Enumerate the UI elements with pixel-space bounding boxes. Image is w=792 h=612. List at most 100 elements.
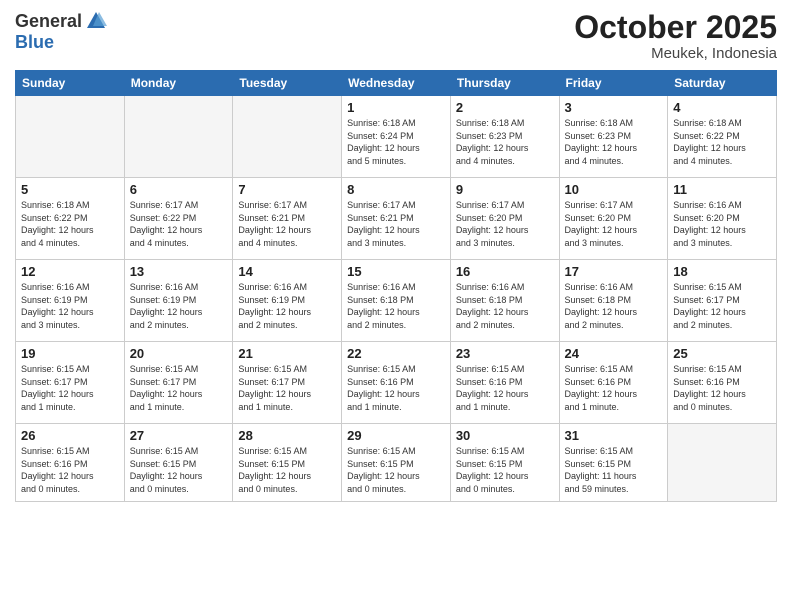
day-cell: 21 Sunrise: 6:15 AM Sunset: 6:17 PM Dayli… — [233, 342, 342, 424]
month-title: October 2025 — [574, 10, 777, 45]
day-number: 1 — [347, 100, 445, 115]
logo: General Blue — [15, 10, 107, 53]
day-info: Sunrise: 6:16 AM Sunset: 6:19 PM Dayligh… — [130, 281, 228, 331]
day-cell: 28 Sunrise: 6:15 AM Sunset: 6:15 PM Dayli… — [233, 424, 342, 502]
day-cell — [233, 96, 342, 178]
logo-blue: Blue — [15, 32, 54, 52]
day-info: Sunrise: 6:15 AM Sunset: 6:15 PM Dayligh… — [456, 445, 554, 495]
day-info: Sunrise: 6:18 AM Sunset: 6:23 PM Dayligh… — [456, 117, 554, 167]
day-number: 2 — [456, 100, 554, 115]
day-info: Sunrise: 6:15 AM Sunset: 6:16 PM Dayligh… — [21, 445, 119, 495]
day-number: 6 — [130, 182, 228, 197]
day-info: Sunrise: 6:18 AM Sunset: 6:24 PM Dayligh… — [347, 117, 445, 167]
day-info: Sunrise: 6:15 AM Sunset: 6:17 PM Dayligh… — [130, 363, 228, 413]
week-row-0: 1 Sunrise: 6:18 AM Sunset: 6:24 PM Daylig… — [16, 96, 777, 178]
day-cell: 17 Sunrise: 6:16 AM Sunset: 6:18 PM Dayli… — [559, 260, 668, 342]
day-info: Sunrise: 6:16 AM Sunset: 6:18 PM Dayligh… — [456, 281, 554, 331]
day-info: Sunrise: 6:16 AM Sunset: 6:20 PM Dayligh… — [673, 199, 771, 249]
day-number: 28 — [238, 428, 336, 443]
day-cell: 31 Sunrise: 6:15 AM Sunset: 6:15 PM Dayli… — [559, 424, 668, 502]
day-cell: 10Sunrise: 6:17 AM Sunset: 6:20 PM Dayli… — [559, 178, 668, 260]
day-number: 12 — [21, 264, 119, 279]
day-info: Sunrise: 6:16 AM Sunset: 6:19 PM Dayligh… — [238, 281, 336, 331]
day-cell: 13Sunrise: 6:16 AM Sunset: 6:19 PM Dayli… — [124, 260, 233, 342]
location: Meukek, Indonesia — [574, 45, 777, 62]
day-number: 31 — [565, 428, 663, 443]
header-wednesday: Wednesday — [342, 71, 451, 96]
page: General Blue October 2025 Meukek, Indone… — [0, 0, 792, 612]
day-cell: 19 Sunrise: 6:15 AM Sunset: 6:17 PM Dayli… — [16, 342, 125, 424]
day-cell: 20Sunrise: 6:15 AM Sunset: 6:17 PM Dayli… — [124, 342, 233, 424]
day-info: Sunrise: 6:18 AM Sunset: 6:22 PM Dayligh… — [673, 117, 771, 167]
day-cell: 23 Sunrise: 6:15 AM Sunset: 6:16 PM Dayli… — [450, 342, 559, 424]
day-cell: 24 Sunrise: 6:15 AM Sunset: 6:16 PM Dayli… — [559, 342, 668, 424]
day-number: 3 — [565, 100, 663, 115]
day-info: Sunrise: 6:15 AM Sunset: 6:17 PM Dayligh… — [21, 363, 119, 413]
title-block: October 2025 Meukek, Indonesia — [574, 10, 777, 62]
day-number: 4 — [673, 100, 771, 115]
day-number: 11 — [673, 182, 771, 197]
logo-text: General Blue — [15, 10, 107, 53]
weekday-header-row: Sunday Monday Tuesday Wednesday Thursday… — [16, 71, 777, 96]
day-info: Sunrise: 6:18 AM Sunset: 6:22 PM Dayligh… — [21, 199, 119, 249]
day-info: Sunrise: 6:16 AM Sunset: 6:19 PM Dayligh… — [21, 281, 119, 331]
header: General Blue October 2025 Meukek, Indone… — [15, 10, 777, 62]
day-number: 14 — [238, 264, 336, 279]
day-info: Sunrise: 6:15 AM Sunset: 6:15 PM Dayligh… — [565, 445, 663, 495]
day-cell: 14 Sunrise: 6:16 AM Sunset: 6:19 PM Dayli… — [233, 260, 342, 342]
day-number: 23 — [456, 346, 554, 361]
day-cell — [16, 96, 125, 178]
header-thursday: Thursday — [450, 71, 559, 96]
day-cell: 27Sunrise: 6:15 AM Sunset: 6:15 PM Dayli… — [124, 424, 233, 502]
day-cell — [668, 424, 777, 502]
day-cell: 7Sunrise: 6:17 AM Sunset: 6:21 PM Daylig… — [233, 178, 342, 260]
day-number: 21 — [238, 346, 336, 361]
day-info: Sunrise: 6:15 AM Sunset: 6:16 PM Dayligh… — [456, 363, 554, 413]
day-number: 5 — [21, 182, 119, 197]
calendar: Sunday Monday Tuesday Wednesday Thursday… — [15, 70, 777, 502]
day-number: 16 — [456, 264, 554, 279]
day-number: 26 — [21, 428, 119, 443]
day-cell: 22 Sunrise: 6:15 AM Sunset: 6:16 PM Dayli… — [342, 342, 451, 424]
day-cell: 8Sunrise: 6:17 AM Sunset: 6:21 PM Daylig… — [342, 178, 451, 260]
day-number: 10 — [565, 182, 663, 197]
day-cell: 6Sunrise: 6:17 AM Sunset: 6:22 PM Daylig… — [124, 178, 233, 260]
day-info: Sunrise: 6:15 AM Sunset: 6:15 PM Dayligh… — [238, 445, 336, 495]
day-cell: 2 Sunrise: 6:18 AM Sunset: 6:23 PM Daylig… — [450, 96, 559, 178]
day-cell: 5 Sunrise: 6:18 AM Sunset: 6:22 PM Daylig… — [16, 178, 125, 260]
day-info: Sunrise: 6:15 AM Sunset: 6:17 PM Dayligh… — [673, 281, 771, 331]
week-row-2: 12 Sunrise: 6:16 AM Sunset: 6:19 PM Dayli… — [16, 260, 777, 342]
day-number: 8 — [347, 182, 445, 197]
day-cell: 1 Sunrise: 6:18 AM Sunset: 6:24 PM Daylig… — [342, 96, 451, 178]
day-cell: 4 Sunrise: 6:18 AM Sunset: 6:22 PM Daylig… — [668, 96, 777, 178]
day-info: Sunrise: 6:15 AM Sunset: 6:15 PM Dayligh… — [347, 445, 445, 495]
header-tuesday: Tuesday — [233, 71, 342, 96]
week-row-3: 19 Sunrise: 6:15 AM Sunset: 6:17 PM Dayli… — [16, 342, 777, 424]
day-number: 19 — [21, 346, 119, 361]
day-cell: 11 Sunrise: 6:16 AM Sunset: 6:20 PM Dayli… — [668, 178, 777, 260]
week-row-4: 26 Sunrise: 6:15 AM Sunset: 6:16 PM Dayli… — [16, 424, 777, 502]
day-number: 17 — [565, 264, 663, 279]
day-number: 7 — [238, 182, 336, 197]
week-row-1: 5 Sunrise: 6:18 AM Sunset: 6:22 PM Daylig… — [16, 178, 777, 260]
logo-icon — [85, 10, 107, 32]
day-cell — [124, 96, 233, 178]
day-number: 24 — [565, 346, 663, 361]
day-info: Sunrise: 6:15 AM Sunset: 6:16 PM Dayligh… — [565, 363, 663, 413]
day-cell: 12 Sunrise: 6:16 AM Sunset: 6:19 PM Dayli… — [16, 260, 125, 342]
day-info: Sunrise: 6:15 AM Sunset: 6:17 PM Dayligh… — [238, 363, 336, 413]
day-info: Sunrise: 6:15 AM Sunset: 6:16 PM Dayligh… — [673, 363, 771, 413]
header-sunday: Sunday — [16, 71, 125, 96]
day-cell: 3 Sunrise: 6:18 AM Sunset: 6:23 PM Daylig… — [559, 96, 668, 178]
day-info: Sunrise: 6:18 AM Sunset: 6:23 PM Dayligh… — [565, 117, 663, 167]
day-cell: 15Sunrise: 6:16 AM Sunset: 6:18 PM Dayli… — [342, 260, 451, 342]
day-number: 25 — [673, 346, 771, 361]
logo-general: General — [15, 11, 82, 32]
day-cell: 18Sunrise: 6:15 AM Sunset: 6:17 PM Dayli… — [668, 260, 777, 342]
day-info: Sunrise: 6:16 AM Sunset: 6:18 PM Dayligh… — [565, 281, 663, 331]
day-info: Sunrise: 6:15 AM Sunset: 6:16 PM Dayligh… — [347, 363, 445, 413]
day-number: 22 — [347, 346, 445, 361]
day-cell: 30Sunrise: 6:15 AM Sunset: 6:15 PM Dayli… — [450, 424, 559, 502]
day-number: 29 — [347, 428, 445, 443]
header-monday: Monday — [124, 71, 233, 96]
